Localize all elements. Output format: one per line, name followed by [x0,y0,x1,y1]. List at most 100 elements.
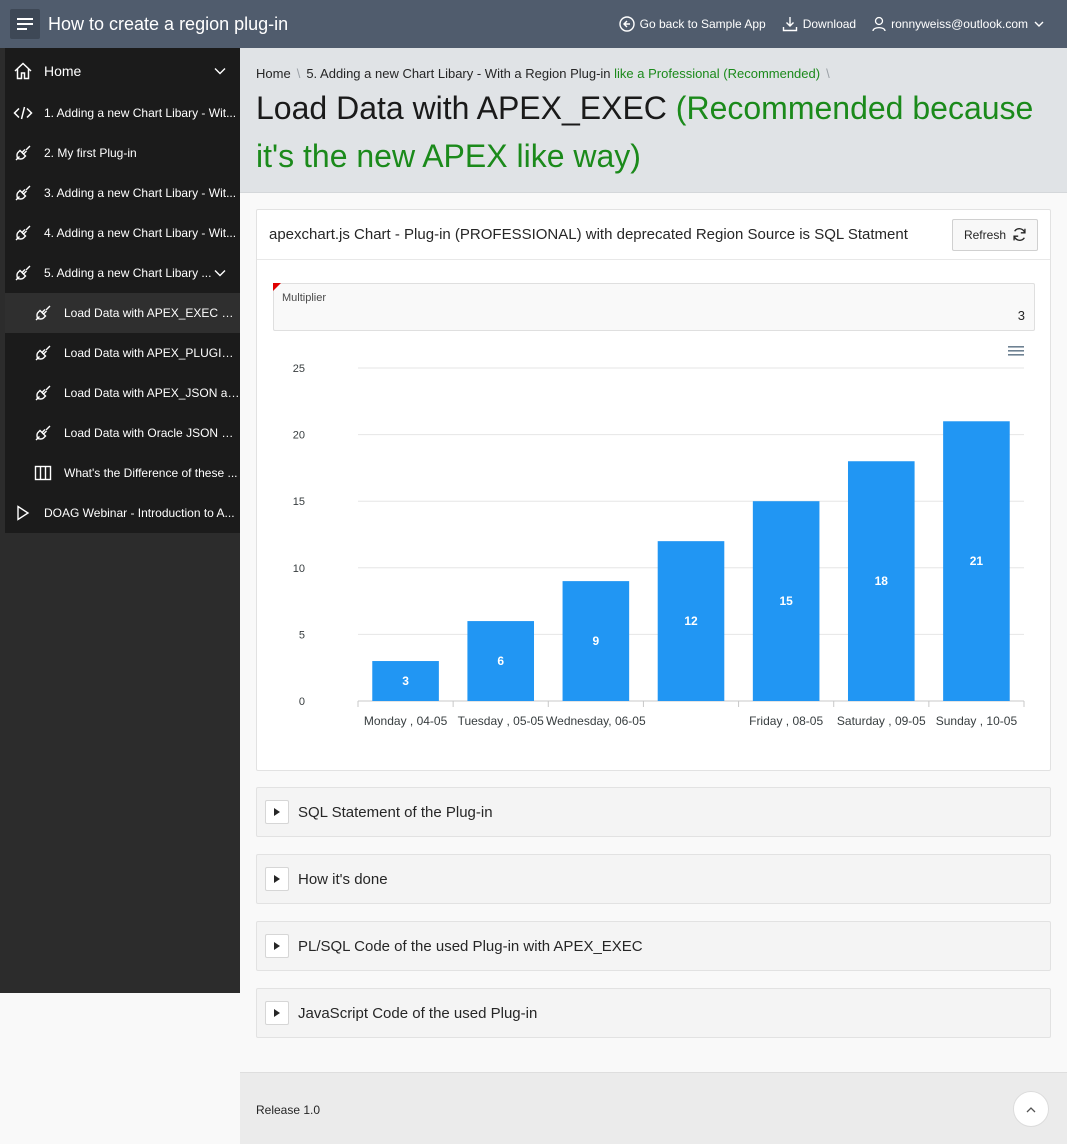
data-label: 9 [593,634,600,648]
sidebar-item-apex-json[interactable]: Load Data with APEX_JSON an... [5,373,240,413]
y-tick-label: 25 [293,363,305,375]
data-label: 21 [970,554,984,568]
scroll-to-top-button[interactable] [1013,1091,1049,1127]
breadcrumb-current-link[interactable]: 5. Adding a new Chart Libary - With a Re… [306,66,820,81]
expand-toggle[interactable] [265,867,289,891]
collapsible-title: JavaScript Code of the used Plug-in [298,1004,538,1022]
refresh-label: Refresh [963,227,1006,242]
multiplier-field[interactable]: Multiplier 3 [273,283,1035,331]
columns-icon [33,463,53,483]
go-back-link[interactable]: Go back to Sample App [618,16,766,32]
user-icon [872,16,886,32]
chevron-down-icon[interactable] [214,269,226,277]
app-title[interactable]: How to create a region plug-in [48,14,288,35]
arrow-circle-left-icon [618,16,635,32]
play-icon [13,503,33,523]
breadcrumb-home-link[interactable]: Home [256,66,291,81]
sidebar-item-label: Load Data with APEX_JSON an... [64,386,240,400]
sidebar-nav: Home 1. Adding a new Chart Libary - Wit.… [5,48,240,533]
required-indicator [273,283,281,291]
sidebar-item-doag-webinar[interactable]: DOAG Webinar - Introduction to A... [5,493,240,533]
sidebar-item-oracle-json[interactable]: Load Data with Oracle JSON an... [5,413,240,453]
caret-right-icon [274,1009,280,1017]
hamburger-icon [17,18,33,30]
region-header: apexchart.js Chart - Plug-in (PROFESSION… [257,210,1050,260]
chart-menu-icon[interactable] [1008,345,1024,357]
code-icon [13,103,33,123]
sidebar-item-chapter-1[interactable]: 1. Adding a new Chart Libary - Wit... [5,93,240,133]
download-icon [782,17,797,32]
refresh-icon [1013,228,1026,241]
chevron-down-icon [1034,21,1044,27]
sidebar-item-chapter-5[interactable]: 5. Adding a new Chart Libary ... [5,253,240,293]
expand-toggle[interactable] [265,1001,289,1025]
chart-canvas: 0 5 10 15 20 25 3 Monday , 04-05 6 Tuesday , 05-0… [293,363,1025,728]
menu-toggle-button[interactable] [10,9,40,39]
top-header: How to create a region plug-in Go back t… [0,0,1067,48]
sidebar-item-chapter-4[interactable]: 4. Adding a new Chart Libary - Wit... [5,213,240,253]
region-title: apexchart.js Chart - Plug-in (PROFESSION… [269,226,908,243]
x-tick-label: Tuesday , 05-05 [458,714,545,728]
sidebar-item-label: 3. Adding a new Chart Libary - Wit... [44,186,237,200]
breadcrumb: Home \ 5. Adding a new Chart Libary - With… [256,66,836,81]
download-label: Download [802,17,857,31]
x-tick-label: Sunday , 10-05 [936,714,1018,728]
release-label: Release 1.0 [256,1103,321,1117]
sidebar-item-label: DOAG Webinar - Introduction to A... [44,506,235,520]
x-tick-label: Monday , 04-05 [364,714,448,728]
plug-icon [13,143,33,163]
expand-toggle[interactable] [265,934,289,958]
data-label: 12 [684,614,698,628]
breadcrumb-separator: \ [296,66,301,81]
collapsible-sql-statement[interactable]: SQL Statement of the Plug-in [256,787,1051,837]
refresh-button[interactable]: Refresh [951,218,1038,251]
plug-icon [13,223,33,243]
breadcrumb-current-main: 5. Adding a new Chart Libary - With a Re… [306,66,611,81]
collapsible-javascript-code[interactable]: JavaScript Code of the used Plug-in [256,988,1051,1038]
page-footer: Release 1.0 [240,1072,1067,1144]
sidebar-item-apex-exec[interactable]: Load Data with APEX_EXEC <s... [5,293,240,333]
download-link[interactable]: Download [782,16,856,32]
breadcrumb-separator: \ [826,66,830,81]
caret-right-icon [274,942,280,950]
collapsible-title: SQL Statement of the Plug-in [298,803,493,821]
caret-right-icon [274,808,280,816]
user-label: ronnyweiss@outlook.com [891,17,1028,31]
plug-icon [33,423,53,443]
user-menu[interactable]: ronnyweiss@outlook.com [872,16,1049,32]
sidebar-item-label: Load Data with APEX_EXEC <s... [64,306,240,320]
sidebar-item-difference[interactable]: What's the Difference of these ... [5,453,240,493]
sidebar-item-label: Load Data with Oracle JSON an... [64,426,240,440]
sidebar-item-chapter-3[interactable]: 3. Adding a new Chart Libary - Wit... [5,173,240,213]
sidebar-item-label: 4. Adding a new Chart Libary - Wit... [44,226,237,240]
sidebar-item-apex-plugin[interactable]: Load Data with APEX_PLUGIN_... [5,333,240,373]
breadcrumb-current-green: like a Professional (Recommended) [614,66,821,81]
data-label: 6 [497,654,504,668]
page-hero: Home \ 5. Adding a new Chart Libary - With… [240,48,1067,193]
sidebar-item-label: What's the Difference of these ... [64,466,238,480]
expand-toggle[interactable] [265,800,289,824]
page-title-main: Load Data with APEX_EXEC [256,90,667,126]
bar-chart: 0 5 10 15 20 25 3 Monday , 04-05 6 Tuesday , 05-0… [257,335,1050,765]
sidebar-item-label: Load Data with APEX_PLUGIN_... [64,346,240,360]
go-back-label: Go back to Sample App [639,17,766,31]
caret-right-icon [274,875,280,883]
plug-icon [33,383,53,403]
plug-icon [33,343,53,363]
multiplier-input[interactable]: 3 [1018,308,1025,323]
collapsible-title: PL/SQL Code of the used Plug-in with APE… [298,937,643,955]
sidebar-item-chapter-2[interactable]: 2. My first Plug-in [5,133,240,173]
y-tick-label: 10 [293,563,305,575]
collapsible-how-its-done[interactable]: How it's done [256,854,1051,904]
collapsible-title: How it's done [298,870,388,888]
chevron-up-icon [1026,1106,1036,1112]
sidebar-item-label: 5. Adding a new Chart Libary ... [44,266,212,280]
collapsible-plsql-code[interactable]: PL/SQL Code of the used Plug-in with APE… [256,921,1051,971]
y-tick-label: 20 [293,430,305,442]
chevron-down-icon[interactable] [214,67,226,75]
sidebar-item-label: 1. Adding a new Chart Libary - Wit... [44,106,237,120]
multiplier-label: Multiplier [282,292,327,304]
page-title: Load Data with APEX_EXEC (Recommended be… [256,84,1056,180]
sidebar-item-home[interactable]: Home [5,48,240,93]
x-tick-label: Friday , 08-05 [749,714,823,728]
